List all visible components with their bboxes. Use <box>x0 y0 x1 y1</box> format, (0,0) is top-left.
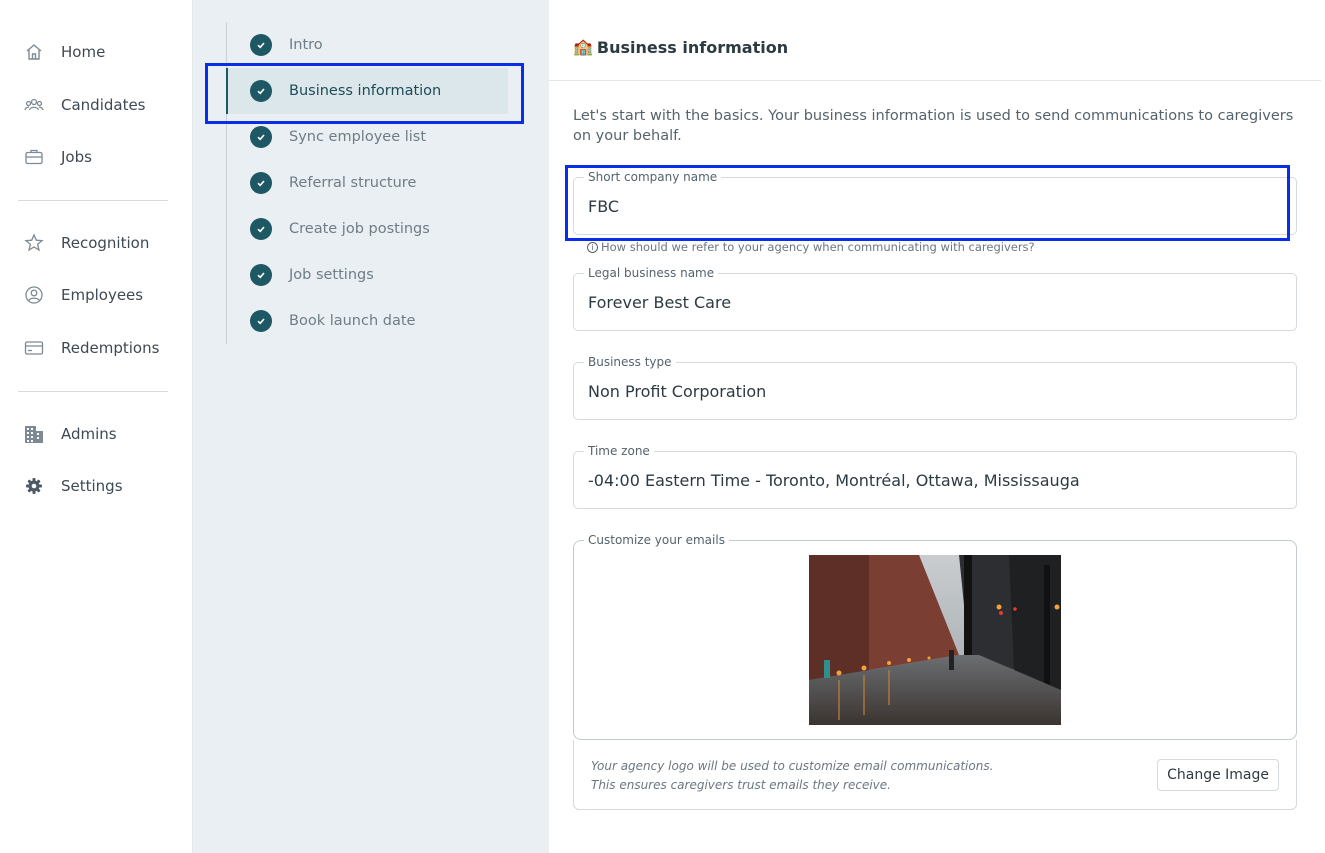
step-label: Create job postings <box>289 221 430 237</box>
short-name-hint: i How should we refer to your agency whe… <box>587 240 1035 254</box>
nav-item-home[interactable]: Home <box>24 40 105 64</box>
check-icon <box>250 126 272 148</box>
briefcase-icon <box>24 147 44 167</box>
check-icon <box>250 264 272 286</box>
credit-card-icon <box>24 338 44 358</box>
logo-note-line1: Your agency logo will be used to customi… <box>591 759 994 773</box>
field-label: Time zone <box>584 444 654 458</box>
step-create-job-postings[interactable]: Create job postings <box>226 206 508 252</box>
nav-label-employees: Employees <box>61 286 144 304</box>
step-business-information[interactable]: Business information <box>226 68 508 114</box>
time-zone-select[interactable]: -04:00 Eastern Time - Toronto, Montréal,… <box>588 471 1278 490</box>
intro-text: Let's start with the basics. Your busine… <box>573 108 1294 144</box>
business-information-card: 🏫 Business information Let's start with … <box>549 14 1321 853</box>
star-icon <box>24 233 44 253</box>
nav-label-redemptions: Redemptions <box>61 339 160 357</box>
user-circle-icon <box>24 285 44 305</box>
check-icon <box>250 80 272 102</box>
nav-item-redemptions[interactable]: Redemptions <box>24 336 159 360</box>
nav-label-admins: Admins <box>61 425 117 443</box>
nav-label-jobs: Jobs <box>61 148 92 166</box>
nav-label-settings: Settings <box>61 477 123 495</box>
nav-item-admins[interactable]: Admins <box>24 422 117 446</box>
home-icon <box>24 42 44 62</box>
card-header: 🏫 Business information <box>549 14 1321 81</box>
step-referral-structure[interactable]: Referral structure <box>226 160 508 206</box>
field-label: Business type <box>584 355 676 369</box>
gear-icon <box>24 476 44 496</box>
business-type-select[interactable]: Non Profit Corporation <box>588 382 1278 401</box>
step-intro[interactable]: Intro <box>226 22 508 68</box>
business-type-field: Business type Non Profit Corporation <box>573 355 1297 420</box>
check-icon <box>250 218 272 240</box>
nav-divider <box>18 200 168 201</box>
nav-label-recognition: Recognition <box>61 234 150 252</box>
hint-text: How should we refer to your agency when … <box>601 240 1035 254</box>
nav-item-settings[interactable]: Settings <box>24 474 123 498</box>
email-logo-footer: Your agency logo will be used to customi… <box>573 740 1297 810</box>
customize-emails-box: Customize your emails <box>573 533 1297 740</box>
info-icon: i <box>587 241 598 253</box>
nav-item-jobs[interactable]: Jobs <box>24 145 92 169</box>
logo-note-line2: This ensures caregivers trust emails the… <box>591 778 891 792</box>
short-company-name-field: Short company name <box>573 170 1297 235</box>
field-label: Legal business name <box>584 266 719 280</box>
step-label: Business information <box>289 83 442 99</box>
check-icon <box>250 172 272 194</box>
step-label: Sync employee list <box>289 129 427 145</box>
step-label: Book launch date <box>289 313 416 329</box>
step-sync-employee-list[interactable]: Sync employee list <box>226 114 508 160</box>
main-nav: Home Candidates Jobs Recognition Employe… <box>0 0 193 853</box>
nav-label-home: Home <box>61 43 106 61</box>
people-icon <box>24 95 44 115</box>
card-title: Business information <box>596 37 789 57</box>
time-zone-field: Time zone -04:00 Eastern Time - Toronto,… <box>573 444 1297 509</box>
step-book-launch-date[interactable]: Book launch date <box>226 298 508 344</box>
onboarding-steps-panel: Intro Business information Sync employee… <box>193 0 549 853</box>
change-image-button[interactable]: Change Image <box>1157 759 1279 791</box>
check-icon <box>250 310 272 332</box>
agency-logo-image <box>809 555 1061 725</box>
nav-item-candidates[interactable]: Candidates <box>24 93 146 117</box>
school-icon: 🏫 <box>573 39 593 56</box>
building-icon <box>24 424 44 444</box>
step-label: Referral structure <box>289 175 417 191</box>
nav-item-recognition[interactable]: Recognition <box>24 231 149 255</box>
legal-business-name-field: Legal business name <box>573 266 1297 331</box>
check-icon <box>250 34 272 56</box>
field-label: Customize your emails <box>584 533 729 547</box>
short-company-name-input[interactable] <box>588 197 1278 216</box>
step-label: Intro <box>289 37 323 53</box>
step-label: Job settings <box>289 267 374 283</box>
field-label: Short company name <box>584 170 722 184</box>
legal-business-name-input[interactable] <box>588 293 1278 312</box>
nav-divider <box>18 391 168 392</box>
nav-label-candidates: Candidates <box>61 96 146 114</box>
nav-item-employees[interactable]: Employees <box>24 283 143 307</box>
step-job-settings[interactable]: Job settings <box>226 252 508 298</box>
